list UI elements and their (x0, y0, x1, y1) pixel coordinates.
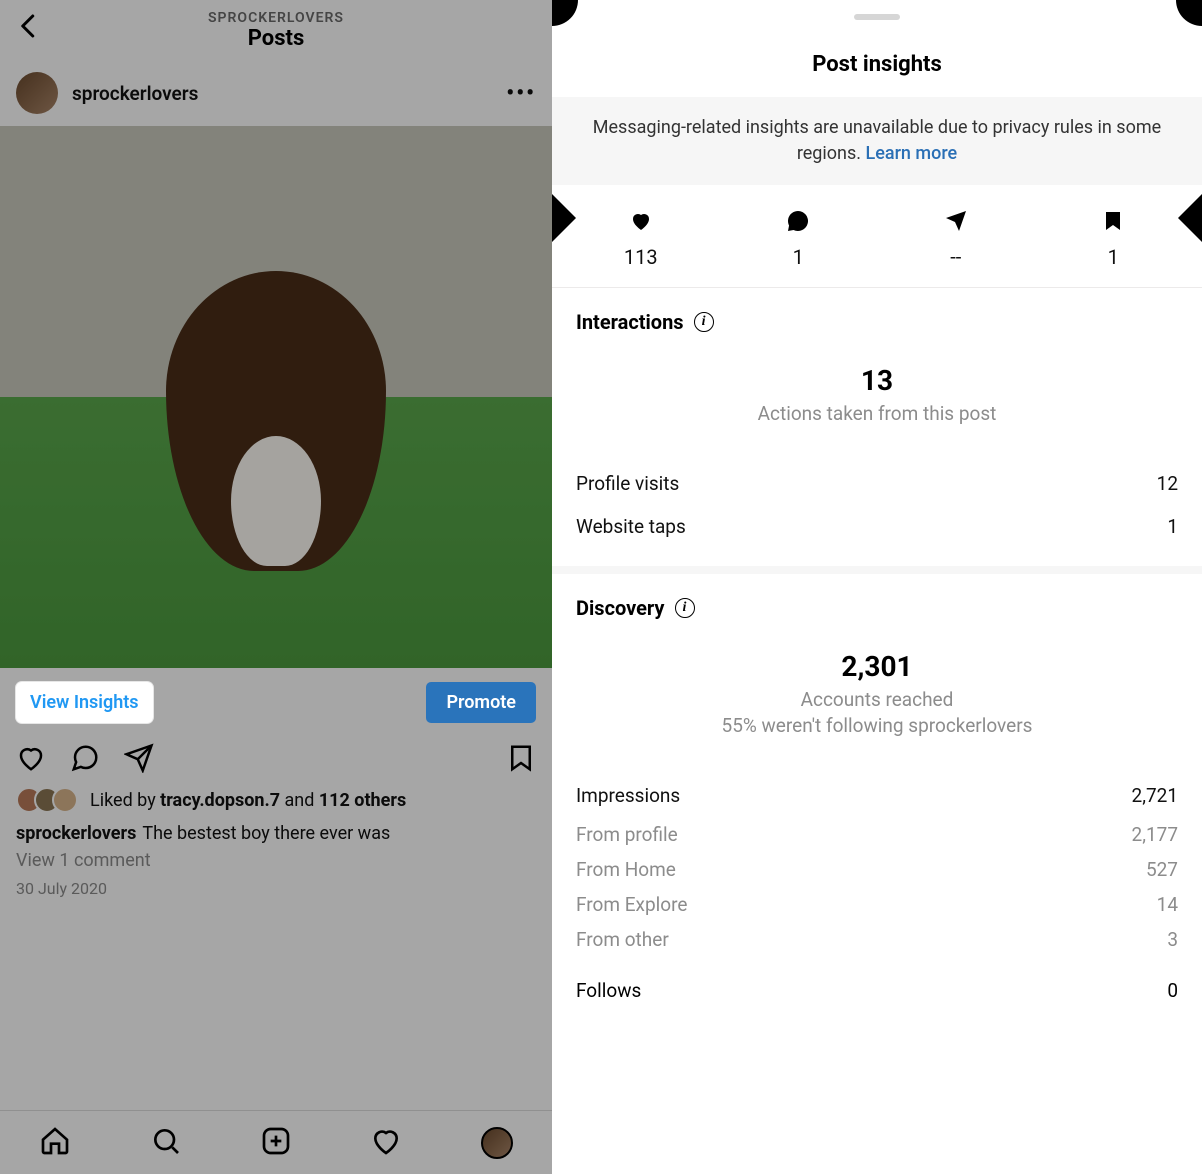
author-avatar[interactable] (16, 72, 58, 114)
post-photo[interactable] (0, 126, 552, 668)
row-impressions: Impressions 2,721 (576, 774, 1178, 817)
row-from-home: From Home 527 (576, 852, 1178, 887)
like-icon[interactable] (16, 743, 46, 773)
nav-home-icon[interactable] (39, 1125, 71, 1161)
nav-search-icon[interactable] (150, 1125, 182, 1161)
photo-subject (166, 271, 386, 571)
row-from-explore: From Explore 14 (576, 887, 1178, 922)
interactions-section: Interactions i 13 Actions taken from thi… (552, 288, 1202, 574)
likes-row[interactable]: Liked by tracy.dopson.7 and 112 others (0, 783, 552, 819)
liker-avatars (16, 787, 78, 813)
interactions-heading: Interactions (576, 310, 684, 334)
stat-comments: 1 (720, 207, 878, 269)
header-title: Posts (208, 26, 344, 51)
heart-icon (562, 207, 720, 235)
row-follows: Follows 0 (552, 957, 1202, 1002)
interactions-subtitle: Actions taken from this post (576, 401, 1178, 428)
caption-username[interactable]: sprockerlovers (16, 823, 136, 844)
nav-profile-avatar[interactable] (481, 1127, 513, 1159)
nav-activity-icon[interactable] (370, 1125, 402, 1161)
comment-icon[interactable] (70, 743, 100, 773)
stat-shares: -- (877, 207, 1035, 269)
row-from-profile: From profile 2,177 (576, 817, 1178, 852)
accounts-reached-sub: Accounts reached 55% weren't following s… (576, 687, 1178, 740)
discovery-section: Discovery i 2,301 Accounts reached 55% w… (552, 574, 1202, 957)
send-icon (877, 207, 1035, 235)
insights-sheet: Post insights Messaging-related insights… (552, 0, 1202, 1174)
interactions-count: 13 (576, 364, 1178, 397)
post-view-pane: SPROCKERLOVERS Posts sprockerlovers ••• … (0, 0, 552, 1174)
promote-button[interactable]: Promote (426, 682, 536, 723)
comment-icon (720, 207, 878, 235)
header-subtitle: SPROCKERLOVERS (208, 10, 344, 26)
view-insights-button[interactable]: View Insights (16, 682, 153, 723)
post-header: SPROCKERLOVERS Posts (0, 0, 552, 60)
bookmark-icon (1035, 207, 1193, 235)
view-comments-link[interactable]: View 1 comment (0, 848, 552, 873)
discovery-heading: Discovery (576, 596, 665, 620)
post-author-row[interactable]: sprockerlovers ••• (0, 60, 552, 126)
post-actions (0, 737, 552, 783)
row-from-other: From other 3 (576, 922, 1178, 957)
stat-saves: 1 (1035, 207, 1193, 269)
corner-decoration (1176, 0, 1202, 26)
nav-create-icon[interactable] (260, 1125, 292, 1161)
share-icon[interactable] (124, 743, 154, 773)
post-date: 30 July 2020 (0, 873, 552, 904)
engagement-stats: 113 1 -- 1 (552, 185, 1202, 288)
info-icon[interactable]: i (675, 598, 695, 618)
caption-text: The bestest boy there ever was (142, 823, 390, 844)
insights-title: Post insights (552, 52, 1202, 77)
accounts-reached-count: 2,301 (576, 650, 1178, 683)
sheet-grabber[interactable] (854, 14, 900, 20)
row-website-taps: Website taps 1 (576, 505, 1178, 548)
row-profile-visits: Profile visits 12 (576, 462, 1178, 505)
stat-likes: 113 (562, 207, 720, 269)
learn-more-link[interactable]: Learn more (866, 143, 958, 164)
author-username[interactable]: sprockerlovers (72, 82, 198, 105)
back-button[interactable] (14, 10, 44, 50)
corner-decoration (552, 0, 578, 26)
privacy-banner: Messaging-related insights are unavailab… (552, 97, 1202, 185)
liked-by-text: Liked by tracy.dopson.7 and 112 others (90, 790, 406, 811)
post-caption: sprockerlovers The bestest boy there ever… (0, 819, 552, 848)
insights-promote-row: View Insights Promote (0, 668, 552, 737)
more-options-button[interactable]: ••• (506, 81, 536, 106)
bottom-nav (0, 1110, 552, 1174)
save-icon[interactable] (506, 743, 536, 773)
info-icon[interactable]: i (694, 312, 714, 332)
